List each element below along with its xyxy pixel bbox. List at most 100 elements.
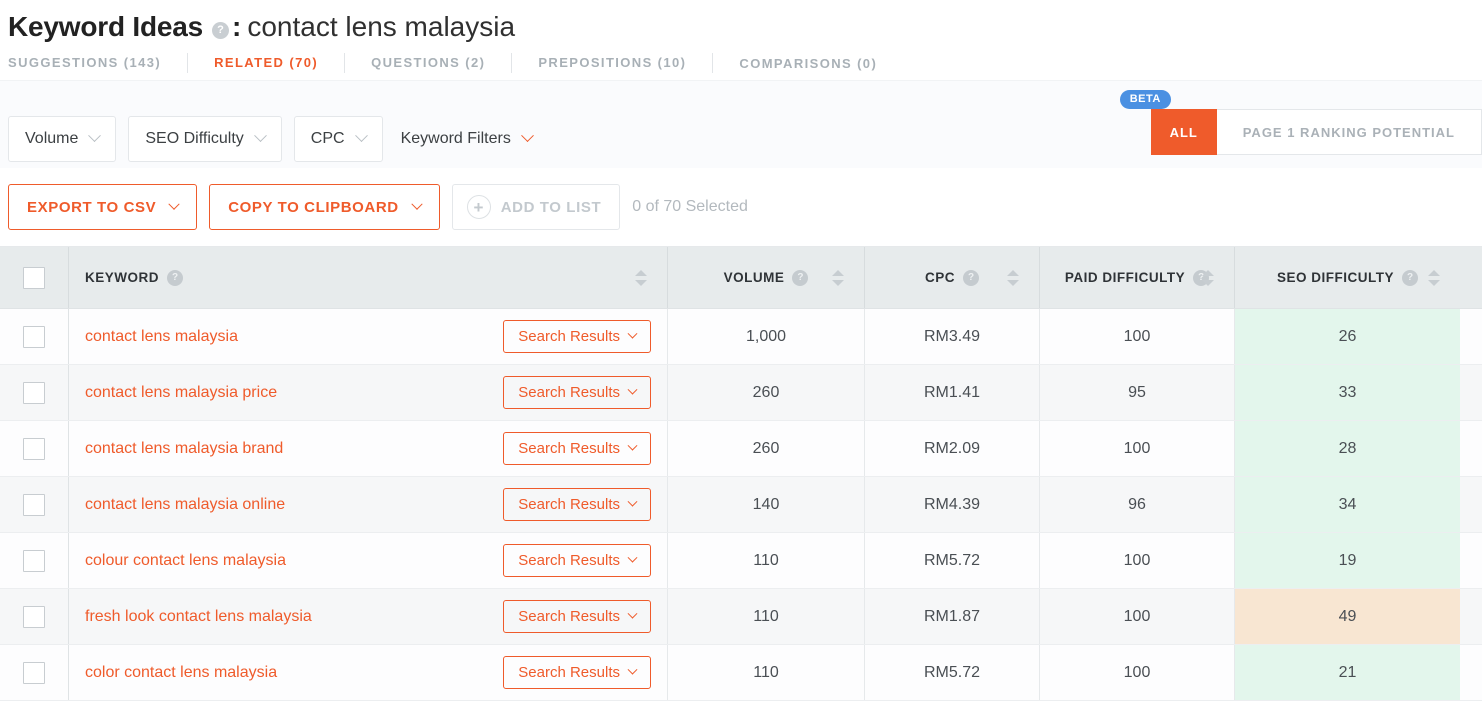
search-results-label: Search Results <box>518 496 620 513</box>
export-to-csv-button[interactable]: EXPORT TO CSV <box>8 184 198 230</box>
search-results-label: Search Results <box>518 328 620 345</box>
cell-cpc: RM3.49 <box>864 309 1039 364</box>
table-row: contact lens malaysia brand Search Result… <box>0 421 1482 477</box>
tab-bar: SUGGESTIONS (143) RELATED (70) QUESTIONS… <box>0 46 1482 80</box>
help-circle-icon[interactable]: ? <box>167 269 183 286</box>
keyword-link[interactable]: color contact lens malaysia <box>85 664 277 682</box>
selected-count: 0 of 70 Selected <box>632 198 748 215</box>
toggle-page1-ranking-potential[interactable]: PAGE 1 RANKING POTENTIAL <box>1216 109 1482 155</box>
cell-volume: 140 <box>667 477 864 532</box>
row-select-cell <box>0 477 68 532</box>
search-results-button[interactable]: Search Results <box>503 432 651 465</box>
seo-difficulty-value: 34 <box>1338 495 1357 513</box>
row-checkbox[interactable] <box>23 661 45 684</box>
help-circle-icon[interactable]: ? <box>963 269 979 286</box>
cell-seo-difficulty: 19 <box>1234 533 1460 588</box>
help-circle-icon[interactable]: ? <box>1402 269 1418 286</box>
page-title: Keyword Ideas ? : contact lens malaysia <box>0 0 1482 46</box>
filter-cpc[interactable]: CPC <box>293 115 383 162</box>
cell-volume: 260 <box>667 421 864 476</box>
tab-comparisons[interactable]: COMPARISONS (0) <box>739 56 903 71</box>
keyword-link[interactable]: contact lens malaysia brand <box>85 440 283 458</box>
cell-seo-difficulty: 28 <box>1234 421 1460 476</box>
cell-keyword: colour contact lens malaysia Search Resul… <box>68 533 667 588</box>
row-select-cell <box>0 365 68 420</box>
row-select-cell <box>0 309 68 364</box>
chevron-down-icon <box>253 129 267 143</box>
sort-paid-difficulty[interactable] <box>1202 269 1214 286</box>
search-results-button[interactable]: Search Results <box>503 320 651 353</box>
sort-keyword[interactable] <box>635 269 647 286</box>
chevron-down-icon <box>627 440 638 451</box>
row-checkbox[interactable] <box>23 605 45 628</box>
keyword-link[interactable]: contact lens malaysia online <box>85 496 285 514</box>
search-results-button[interactable]: Search Results <box>503 600 651 633</box>
table-row: contact lens malaysia Search Results 1,000… <box>0 309 1482 365</box>
keyword-link[interactable]: fresh look contact lens malaysia <box>85 608 312 626</box>
tab-related[interactable]: RELATED (70) <box>214 53 346 73</box>
column-header-paid-difficulty[interactable]: PAID DIFFICULTY ? <box>1039 247 1234 308</box>
toggle-all-label: ALL <box>1169 124 1198 140</box>
row-checkbox[interactable] <box>23 325 45 348</box>
row-checkbox[interactable] <box>23 549 45 572</box>
tab-suggestions[interactable]: SUGGESTIONS (143) <box>8 53 189 73</box>
column-header-seo-difficulty[interactable]: SEO DIFFICULTY ? <box>1234 247 1460 308</box>
select-all-checkbox[interactable] <box>23 266 45 289</box>
column-header-keyword[interactable]: KEYWORD ? <box>68 247 667 308</box>
column-header-cpc[interactable]: CPC ? <box>864 247 1039 308</box>
column-header-seo-difficulty-label: SEO DIFFICULTY <box>1277 270 1394 285</box>
page-title-text: Keyword Ideas <box>8 11 204 42</box>
filter-volume[interactable]: Volume <box>8 115 117 162</box>
search-results-button[interactable]: Search Results <box>503 488 651 521</box>
column-header-volume[interactable]: VOLUME ? <box>667 247 864 308</box>
cpc-value: RM1.41 <box>923 383 981 401</box>
copy-to-clipboard-button[interactable]: COPY TO CLIPBOARD <box>209 184 440 230</box>
cpc-value: RM4.39 <box>923 495 981 513</box>
table-row: colour contact lens malaysia Search Resul… <box>0 533 1482 589</box>
search-results-button[interactable]: Search Results <box>503 656 651 689</box>
row-checkbox[interactable] <box>23 437 45 460</box>
search-results-button[interactable]: Search Results <box>503 544 651 577</box>
paid-difficulty-value: 100 <box>1123 663 1151 681</box>
keyword-table: KEYWORD ? VOLUME ? CPC ? PAID DIFFICULTY… <box>0 246 1482 701</box>
sort-cpc[interactable] <box>1007 269 1019 286</box>
filter-keyword-filters-label: Keyword Filters <box>400 129 511 147</box>
row-checkbox[interactable] <box>23 493 45 516</box>
search-results-button[interactable]: Search Results <box>503 376 651 409</box>
volume-value: 110 <box>753 607 779 625</box>
chevron-down-icon <box>627 328 638 339</box>
filter-seo-difficulty[interactable]: SEO Difficulty <box>128 115 282 162</box>
filter-keyword-filters[interactable]: Keyword Filters <box>395 116 538 162</box>
row-select-cell <box>0 589 68 644</box>
add-to-list-label: ADD TO LIST <box>500 198 602 216</box>
cell-seo-difficulty: 49 <box>1234 589 1460 644</box>
toggle-all[interactable]: BETA ALL <box>1119 90 1217 155</box>
row-select-cell <box>0 421 68 476</box>
cpc-value: RM5.72 <box>923 551 981 569</box>
chevron-down-icon <box>354 129 368 143</box>
keyword-link[interactable]: colour contact lens malaysia <box>85 552 286 570</box>
add-to-list-button[interactable]: + ADD TO LIST <box>451 184 621 230</box>
row-checkbox[interactable] <box>23 381 45 404</box>
keyword-link[interactable]: contact lens malaysia price <box>85 384 277 402</box>
sort-seo-difficulty[interactable] <box>1428 269 1440 286</box>
column-header-paid-difficulty-label: PAID DIFFICULTY <box>1064 270 1186 285</box>
export-to-csv-label: EXPORT TO CSV <box>27 198 157 216</box>
cell-paid-difficulty: 95 <box>1039 365 1234 420</box>
help-circle-icon[interactable]: ? <box>212 21 230 39</box>
cell-paid-difficulty: 100 <box>1039 533 1234 588</box>
seo-difficulty-value: 49 <box>1338 607 1357 625</box>
select-all-cell <box>0 247 68 308</box>
toggle-page1-label: PAGE 1 RANKING POTENTIAL <box>1242 124 1455 140</box>
tab-prepositions[interactable]: PREPOSITIONS (10) <box>538 53 714 73</box>
filter-volume-label: Volume <box>25 129 79 147</box>
sort-volume[interactable] <box>832 269 844 286</box>
keyword-link[interactable]: contact lens malaysia <box>85 328 238 346</box>
row-select-cell <box>0 645 68 700</box>
help-circle-icon[interactable]: ? <box>792 269 809 286</box>
column-header-keyword-label: KEYWORD <box>85 270 159 285</box>
table-row: color contact lens malaysia Search Result… <box>0 645 1482 701</box>
cell-keyword: contact lens malaysia Search Results <box>68 309 667 364</box>
tab-questions[interactable]: QUESTIONS (2) <box>371 53 513 73</box>
beta-badge: BETA <box>1119 90 1171 109</box>
